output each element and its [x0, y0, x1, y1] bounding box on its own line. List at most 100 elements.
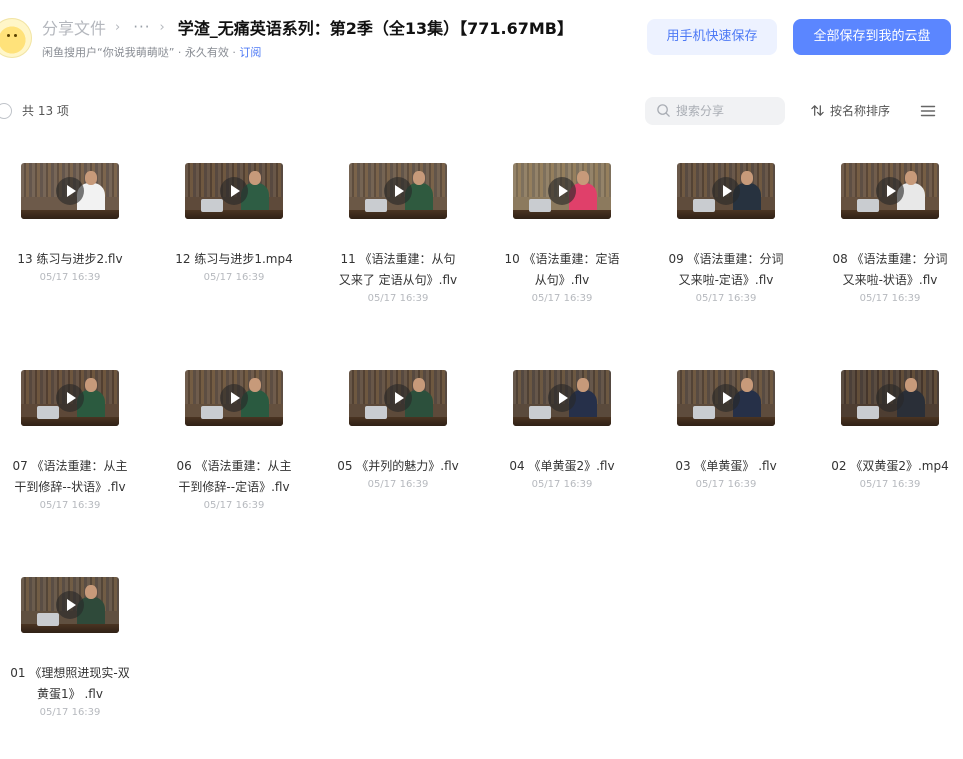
thumbnail-presenter-head — [249, 378, 261, 392]
search-box[interactable] — [645, 97, 785, 125]
thumbnail-desk — [349, 210, 447, 219]
select-all-checkbox[interactable] — [0, 103, 12, 119]
file-card[interactable]: 02 《双黄蛋2》.mp4 05/17 16:39 — [820, 362, 960, 552]
save-all-button[interactable]: 全部保存到我的云盘 — [793, 19, 951, 55]
video-thumbnail[interactable] — [21, 577, 119, 633]
file-date: 05/17 16:39 — [203, 272, 265, 283]
breadcrumb-root-link[interactable]: 分享文件 — [42, 15, 106, 39]
play-icon[interactable] — [56, 177, 84, 205]
thumbnail-presenter-head — [249, 171, 261, 185]
file-date: 05/17 16:39 — [859, 479, 921, 490]
video-thumbnail[interactable] — [841, 370, 939, 426]
subscribe-link[interactable]: 订阅 — [239, 46, 261, 59]
file-card[interactable]: 12 练习与进步1.mp4 05/17 16:39 — [164, 155, 304, 345]
play-icon[interactable] — [56, 591, 84, 619]
file-name: 11 《语法重建：从句又来了 定语从句》.flv — [338, 252, 458, 287]
file-name: 02 《双黄蛋2》.mp4 — [831, 459, 949, 473]
file-card[interactable]: 06 《语法重建：从主干到修辞--定语》.flv 05/17 16:39 — [164, 362, 304, 552]
video-thumbnail[interactable] — [513, 163, 611, 219]
thumbnail-presenter-head — [85, 585, 97, 599]
file-name: 07 《语法重建：从主干到修辞--状语》.flv — [12, 459, 128, 494]
file-name: 13 练习与进步2.flv — [17, 252, 123, 266]
file-date: 05/17 16:39 — [859, 293, 921, 304]
file-name: 10 《语法重建：定语从句》.flv — [504, 252, 620, 287]
file-card[interactable]: 05 《并列的魅力》.flv 05/17 16:39 — [328, 362, 468, 552]
thumbnail-laptop — [693, 199, 715, 212]
file-date: 05/17 16:39 — [39, 500, 101, 511]
list-view-icon[interactable] — [920, 103, 936, 119]
video-thumbnail[interactable] — [677, 370, 775, 426]
thumbnail-laptop — [201, 406, 223, 419]
file-card[interactable]: 04 《单黄蛋2》.flv 05/17 16:39 — [492, 362, 632, 552]
thumbnail-desk — [841, 417, 939, 426]
file-card[interactable]: 08 《语法重建：分词又来啦-状语》.flv 05/17 16:39 — [820, 155, 960, 345]
play-icon[interactable] — [384, 177, 412, 205]
breadcrumb: 分享文件 › ··· › 学渣_无痛英语系列：第2季（全13集）【771.67M… — [42, 16, 573, 38]
item-count: 共 13 项 — [22, 104, 69, 118]
meta-separator: · — [232, 46, 236, 59]
video-thumbnail[interactable] — [513, 370, 611, 426]
video-thumbnail[interactable] — [349, 163, 447, 219]
file-date: 05/17 16:39 — [695, 293, 757, 304]
thumbnail-laptop — [529, 406, 551, 419]
file-date: 05/17 16:39 — [367, 479, 429, 490]
video-thumbnail[interactable] — [185, 163, 283, 219]
file-name: 05 《并列的魅力》.flv — [337, 459, 459, 473]
play-icon[interactable] — [220, 384, 248, 412]
thumbnail-desk — [513, 210, 611, 219]
sharer-avatar — [0, 18, 32, 58]
file-card[interactable]: 07 《语法重建：从主干到修辞--状语》.flv 05/17 16:39 — [0, 362, 140, 552]
file-date: 05/17 16:39 — [531, 293, 593, 304]
thumbnail-desk — [185, 210, 283, 219]
thumbnail-laptop — [857, 406, 879, 419]
thumbnail-desk — [677, 417, 775, 426]
file-card[interactable]: 13 练习与进步2.flv 05/17 16:39 — [0, 155, 140, 345]
video-thumbnail[interactable] — [841, 163, 939, 219]
play-icon[interactable] — [712, 384, 740, 412]
file-card[interactable]: 10 《语法重建：定语从句》.flv 05/17 16:39 — [492, 155, 632, 345]
play-icon[interactable] — [56, 384, 84, 412]
play-icon[interactable] — [384, 384, 412, 412]
video-thumbnail[interactable] — [21, 163, 119, 219]
file-name: 03 《单黄蛋》 .flv — [675, 459, 777, 473]
thumbnail-presenter-head — [85, 171, 97, 185]
search-input[interactable] — [676, 101, 776, 121]
thumbnail-laptop — [693, 406, 715, 419]
video-thumbnail[interactable] — [677, 163, 775, 219]
chevron-right-icon: › — [159, 19, 165, 35]
file-date: 05/17 16:39 — [39, 272, 101, 283]
thumbnail-presenter-head — [413, 378, 425, 392]
video-thumbnail[interactable] — [21, 370, 119, 426]
thumbnail-presenter-head — [741, 378, 753, 392]
video-thumbnail[interactable] — [185, 370, 283, 426]
file-name: 12 练习与进步1.mp4 — [175, 252, 293, 266]
file-card[interactable]: 09 《语法重建：分词又来啦-定语》.flv 05/17 16:39 — [656, 155, 796, 345]
file-card[interactable]: 11 《语法重建：从句又来了 定语从句》.flv 05/17 16:39 — [328, 155, 468, 345]
play-icon[interactable] — [220, 177, 248, 205]
breadcrumb-more-button[interactable]: ··· — [133, 18, 150, 36]
play-icon[interactable] — [712, 177, 740, 205]
file-date: 05/17 16:39 — [695, 479, 757, 490]
sharer-name: 闲鱼搜用户“你说我萌萌哒” — [42, 46, 175, 59]
sort-button[interactable]: 按名称排序 — [810, 102, 890, 119]
file-name: 04 《单黄蛋2》.flv — [509, 459, 615, 473]
thumbnail-presenter-head — [577, 171, 589, 185]
thumbnail-presenter-head — [85, 378, 97, 392]
video-thumbnail[interactable] — [349, 370, 447, 426]
phone-save-button[interactable]: 用手机快速保存 — [647, 19, 777, 55]
thumbnail-presenter-head — [741, 171, 753, 185]
thumbnail-desk — [21, 210, 119, 219]
thumbnail-desk — [185, 417, 283, 426]
meta-separator: · — [177, 46, 182, 59]
play-icon[interactable] — [548, 177, 576, 205]
file-name: 08 《语法重建：分词又来啦-状语》.flv — [832, 252, 948, 287]
file-name: 06 《语法重建：从主干到修辞--定语》.flv — [176, 459, 292, 494]
play-icon[interactable] — [876, 384, 904, 412]
chevron-right-icon: › — [115, 19, 121, 35]
thumbnail-laptop — [857, 199, 879, 212]
thumbnail-presenter-head — [905, 378, 917, 392]
file-card[interactable]: 03 《单黄蛋》 .flv 05/17 16:39 — [656, 362, 796, 552]
play-icon[interactable] — [548, 384, 576, 412]
play-icon[interactable] — [876, 177, 904, 205]
file-date: 05/17 16:39 — [203, 500, 265, 511]
